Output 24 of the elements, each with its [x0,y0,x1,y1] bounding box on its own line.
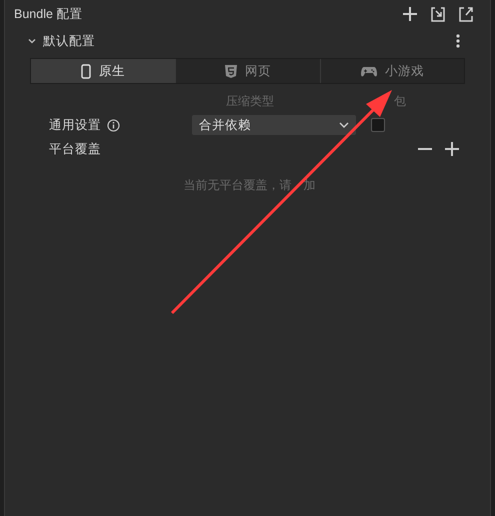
empty-message: 加 [304,177,316,194]
compression-dropdown[interactable]: 合并依赖 [192,115,356,135]
import-icon[interactable] [430,6,446,22]
chevron-icon[interactable] [27,36,37,46]
export-icon[interactable] [458,6,474,22]
platform-tab[interactable]: 原生 [31,59,176,83]
setting-label: 通用设置 [49,116,101,134]
column-header: 包 [394,93,406,110]
html5-icon [224,64,237,78]
platform-tab[interactable]: 小游戏 [320,59,464,83]
info-icon[interactable] [107,118,120,132]
empty-message: 当前无平台覆盖，请 [184,177,292,194]
gamepad-icon [360,66,377,76]
section-title: 默认配置 [43,32,95,50]
platform-tab[interactable]: 网页 [175,59,320,83]
add-icon[interactable] [444,141,460,157]
more-icon[interactable] [456,34,460,48]
setting-label: 平台覆盖 [49,140,101,158]
remote-checkbox[interactable] [371,118,385,132]
caret-icon [339,121,349,129]
add-icon[interactable] [402,6,418,22]
column-header: 压缩类型 [225,93,275,110]
phone-icon [81,64,92,78]
panel-title: Bundle 配置 [14,6,82,23]
